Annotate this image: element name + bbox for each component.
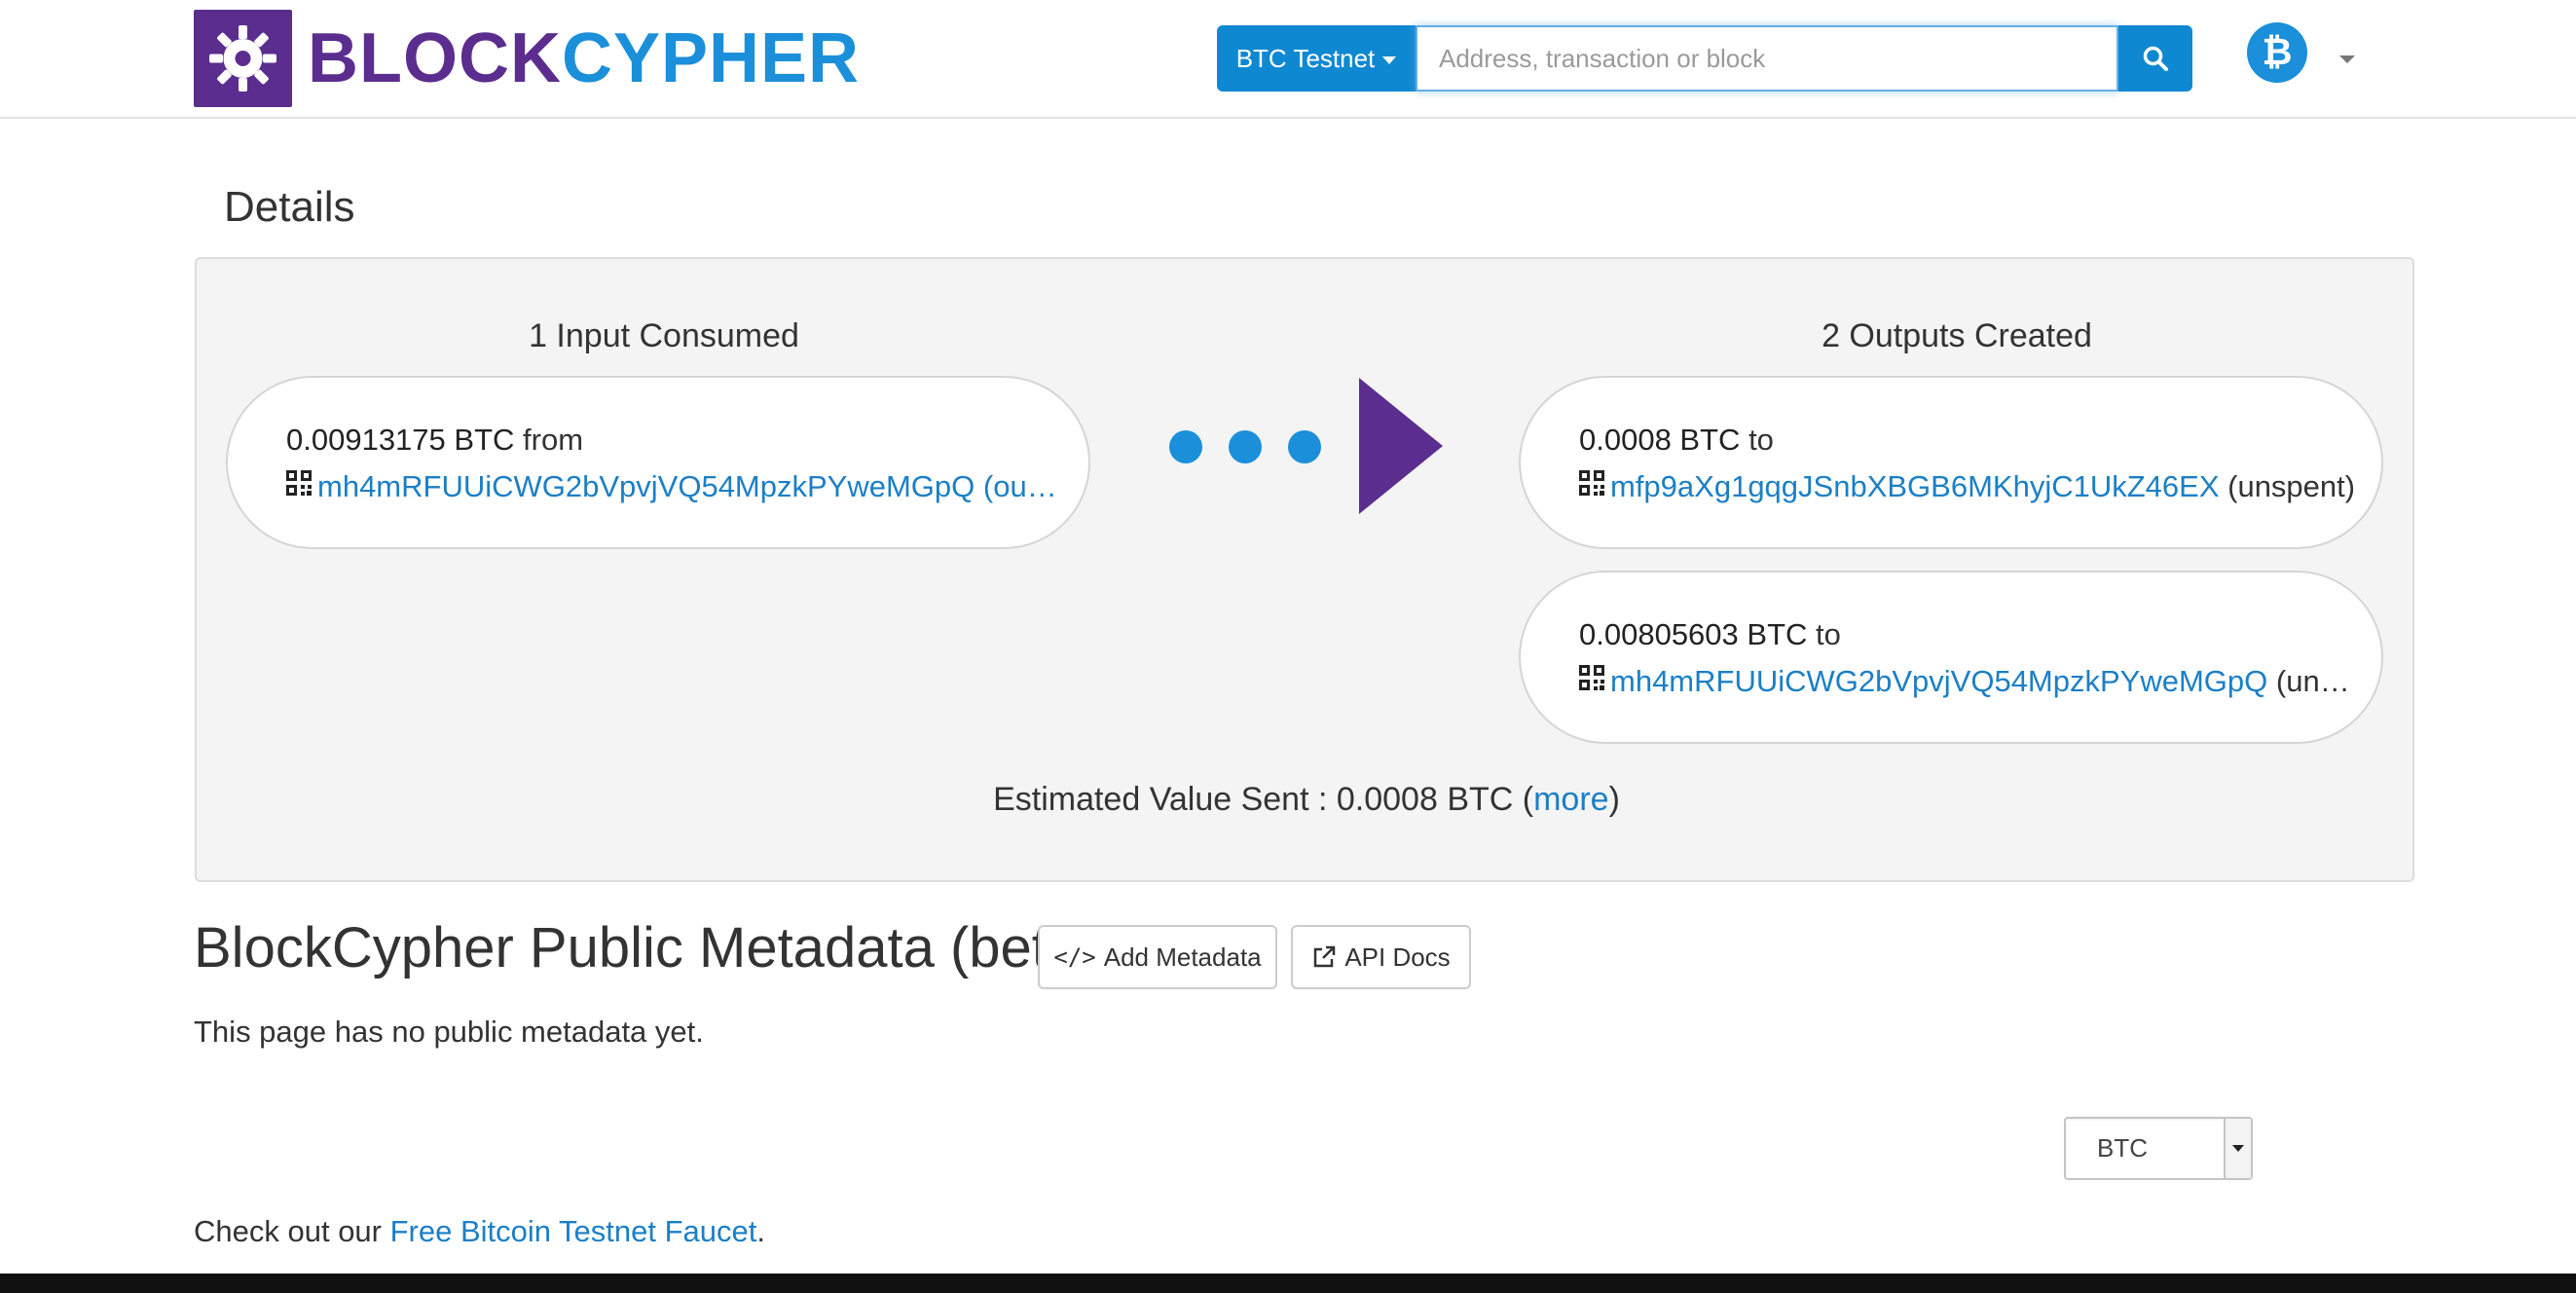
code-icon: </> xyxy=(1053,943,1096,971)
input-amount: 0.00913175 BTC xyxy=(286,423,515,457)
qr-code-icon[interactable] xyxy=(1579,657,1604,704)
metadata-heading: BlockCypher Public Metadata (beta) xyxy=(194,916,1098,979)
input-item: 0.00913175 BTC from mh4mRFUUiCWG2bVpvjVQ… xyxy=(226,376,1090,549)
estimated-close-paren: ) xyxy=(1608,781,1620,818)
flow-arrow-icon xyxy=(1359,378,1443,514)
output-status: (unspent) xyxy=(2227,469,2356,503)
caret-down-icon xyxy=(1382,56,1397,64)
footer-bar xyxy=(0,1274,2576,1293)
coin-symbol: ₿ xyxy=(2262,31,2293,73)
faucet-suffix: . xyxy=(756,1214,766,1248)
faucet-link[interactable]: Free Bitcoin Testnet Faucet xyxy=(390,1214,757,1248)
qr-code-icon[interactable] xyxy=(286,462,312,509)
estimated-label: Estimated Value Sent xyxy=(993,781,1309,818)
metadata-empty-note: This page has no public metadata yet. xyxy=(194,1015,704,1049)
output-item: 0.00805603 BTC to mh4mRFUUiCWG2bVpvjVQ54… xyxy=(1519,571,2383,744)
brand-logo[interactable]: BLOCKCYPHER xyxy=(194,10,860,107)
inputs-title: 1 Input Consumed xyxy=(529,317,799,354)
network-label: BTC Testnet xyxy=(1235,43,1376,73)
search-icon xyxy=(2143,46,2168,71)
faucet-note: Check out our Free Bitcoin Testnet Fauce… xyxy=(194,1214,765,1249)
select-arrow-icon xyxy=(2224,1119,2251,1178)
output-direction: to xyxy=(1816,617,1841,651)
input-direction: from xyxy=(523,423,584,457)
add-metadata-button[interactable]: </> Add Metadata xyxy=(1038,925,1277,989)
search-input[interactable] xyxy=(1416,25,2118,92)
bitcoin-icon[interactable]: ₿ xyxy=(2247,22,2307,83)
unit-select-value: BTC xyxy=(2097,1133,2148,1163)
network-dropdown-button[interactable]: BTC Testnet xyxy=(1217,25,1416,92)
api-docs-label: API Docs xyxy=(1344,942,1451,972)
output-address-link[interactable]: mfp9aXg1gqgJSnbXBGB6MKhyjC1UkZ46EX xyxy=(1610,469,2220,503)
api-docs-button[interactable]: API Docs xyxy=(1291,925,1471,989)
flow-dot xyxy=(1229,430,1262,463)
flow-dot xyxy=(1288,430,1321,463)
top-navbar: BLOCKCYPHER BTC Testnet ₿ xyxy=(0,0,2576,119)
search-button[interactable] xyxy=(2118,25,2192,92)
output-status: (un… xyxy=(2275,664,2350,698)
unit-select[interactable]: BTC xyxy=(2064,1117,2253,1180)
more-link[interactable]: more xyxy=(1533,781,1608,818)
estimated-value: 0.0008 BTC xyxy=(1336,781,1514,818)
brand-name-part2: CYPHER xyxy=(561,19,861,97)
external-link-icon xyxy=(1314,945,1336,968)
add-metadata-label: Add Metadata xyxy=(1103,942,1262,972)
estimated-open-paren: ( xyxy=(1513,781,1534,818)
estimated-value-sent: Estimated Value Sent : 0.0008 BTC (more) xyxy=(197,781,2416,819)
brand-name: BLOCKCYPHER xyxy=(308,10,860,107)
search-bar: BTC Testnet xyxy=(1217,25,2192,92)
flow-dot xyxy=(1169,430,1202,463)
details-heading: Details xyxy=(224,183,355,231)
qr-code-icon[interactable] xyxy=(1579,462,1604,509)
blockcypher-logo-icon xyxy=(194,10,292,107)
faucet-prefix: Check out our xyxy=(194,1214,390,1248)
transaction-details-panel: 1 Input Consumed 2 Outputs Created 0.009… xyxy=(195,257,2414,882)
output-amount: 0.00805603 BTC xyxy=(1579,617,1808,651)
output-address-link[interactable]: mh4mRFUUiCWG2bVpvjVQ54MpzkPYweMGpQ xyxy=(1610,664,2267,698)
brand-name-part1: BLOCK xyxy=(308,19,562,97)
estimated-separator: : xyxy=(1308,781,1337,818)
input-address-link[interactable]: mh4mRFUUiCWG2bVpvjVQ54MpzkPYweMGpQ xyxy=(317,469,975,503)
outputs-title: 2 Outputs Created xyxy=(1822,317,2092,354)
output-item: 0.0008 BTC to mfp9aXg1gqgJSnbXBGB6MKhyjC… xyxy=(1519,376,2383,549)
output-amount: 0.0008 BTC xyxy=(1579,423,1741,457)
output-direction: to xyxy=(1748,423,1774,457)
input-status-link[interactable]: (ou… xyxy=(983,469,1057,503)
chevron-down-icon[interactable] xyxy=(2339,55,2355,63)
